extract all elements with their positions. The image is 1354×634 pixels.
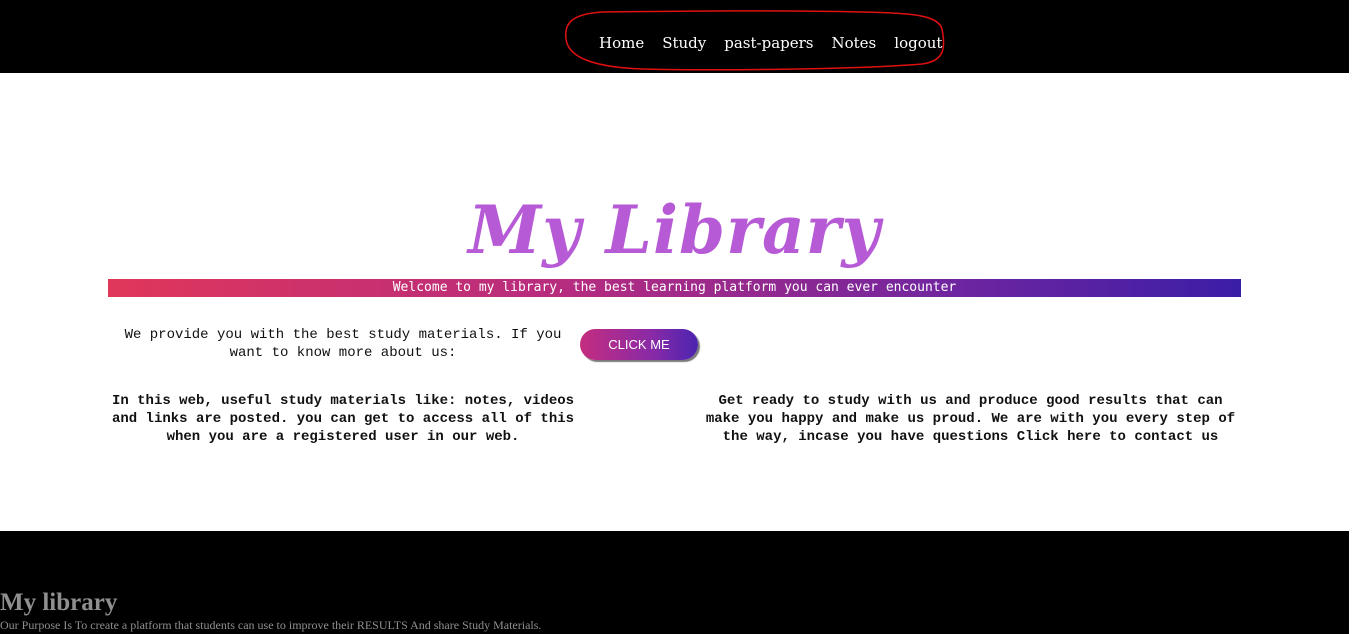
top-navigation-bar: Home Study past-papers Notes logout	[0, 0, 1349, 73]
nav-link-notes[interactable]: Notes	[823, 34, 886, 52]
window-edge	[1349, 0, 1354, 634]
welcome-banner: Welcome to my library, the best learning…	[108, 279, 1241, 297]
nav-link-logout[interactable]: logout	[885, 34, 951, 52]
nav-link-study[interactable]: Study	[653, 34, 715, 52]
info-column-left: In this web, useful study materials like…	[111, 393, 575, 445]
nav-link-past-papers[interactable]: past-papers	[715, 34, 822, 52]
intro-text: We provide you with the best study mater…	[124, 327, 562, 361]
click-me-button[interactable]: CLICK ME	[580, 329, 698, 360]
main-nav: Home Study past-papers Notes logout	[590, 34, 951, 52]
footer-title: My library	[0, 589, 118, 616]
page-title: My Library	[468, 191, 881, 269]
nav-link-home[interactable]: Home	[590, 34, 653, 52]
footer-text: Our Purpose Is To create a platform that…	[0, 618, 542, 632]
info-column-right: Get ready to study with us and produce g…	[705, 393, 1236, 445]
